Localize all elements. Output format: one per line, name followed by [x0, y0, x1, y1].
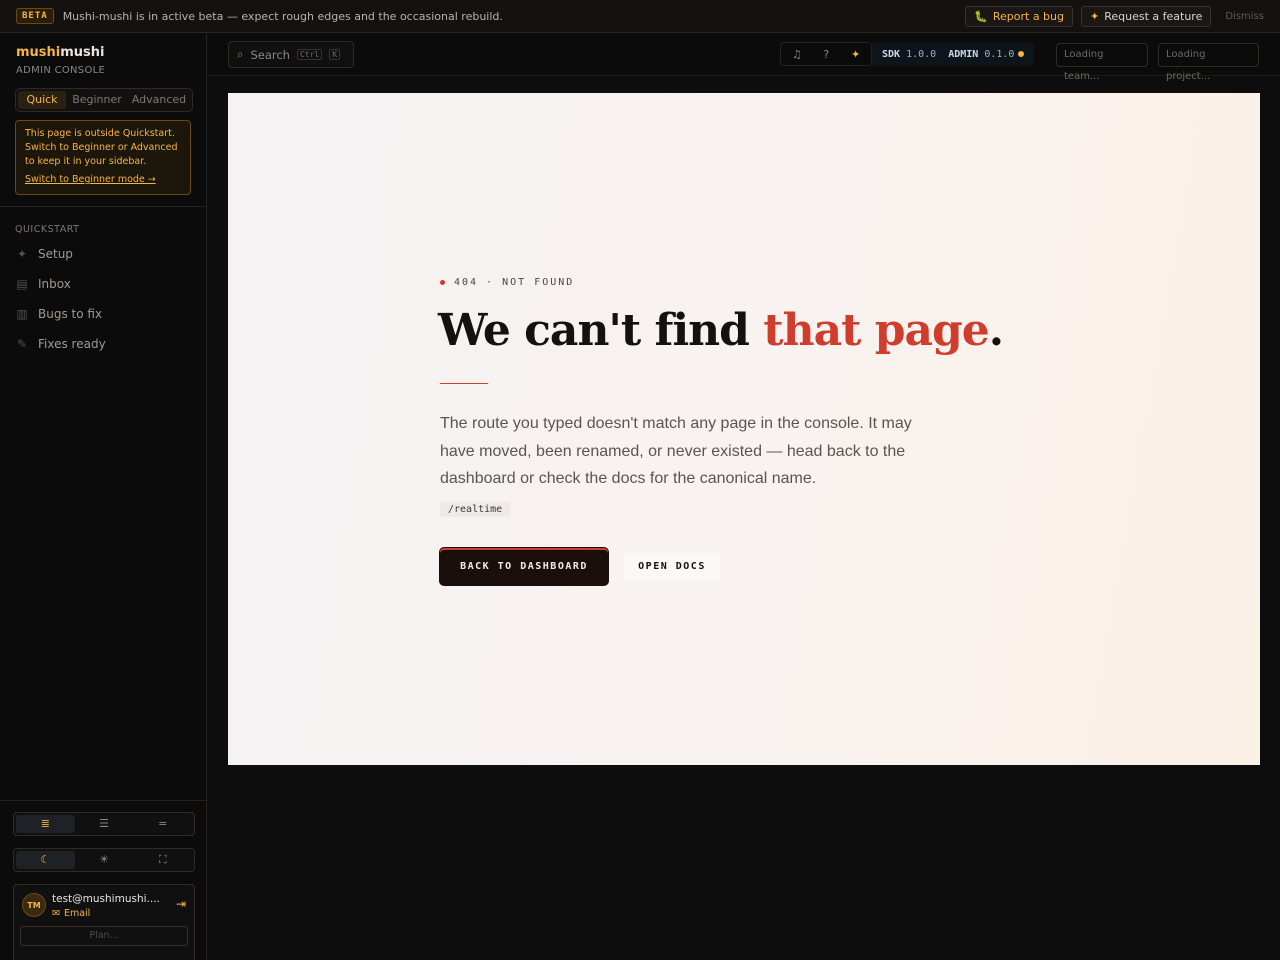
sidebar-item-setup[interactable]: ✦ Setup [15, 239, 195, 269]
error-description: The route you typed doesn't match any pa… [440, 415, 912, 487]
bell-icon[interactable]: ♫ [792, 48, 802, 61]
beta-badge: BETA [16, 8, 54, 24]
admin-version: ADMIN 0.1.0 [948, 48, 1025, 60]
toolbar-icon-group: ♫ ? ✦ [780, 42, 872, 66]
sidebar-item-inbox[interactable]: ▤ Inbox [15, 269, 195, 299]
shortcut-key: K [329, 49, 341, 60]
wrench-icon: ✎ [16, 337, 28, 351]
search-icon: ⌕ [237, 47, 244, 61]
search-input[interactable]: ⌕ Search Ctrl K [228, 41, 354, 68]
brand-part-1: mushi [16, 45, 61, 60]
density-toggle: ≣ ☰ = [13, 812, 195, 836]
density-compact-icon[interactable]: ≣ [16, 815, 75, 833]
sidebar: mushimushi ADMIN CONSOLE Quick Beginner … [0, 34, 207, 960]
beta-banner: BETA Mushi-mushi is in active beta — exp… [0, 0, 1280, 33]
team-selector[interactable]: Loading team... [1056, 43, 1148, 82]
sparkle-icon: ✦ [16, 247, 28, 261]
mode-toggle: Quick Beginner Advanced [15, 88, 193, 112]
brand-logo[interactable]: mushimushi [16, 45, 105, 60]
status-dot [1018, 50, 1025, 57]
user-card: TM test@mushimushi.... ✉ Email ⇥ Plan... [13, 884, 195, 960]
mail-icon: ✉ [52, 908, 60, 919]
admin-version-value: 0.1.0 [984, 48, 1015, 60]
search-placeholder: Search [250, 47, 290, 62]
shortcut-mod: Ctrl [296, 49, 323, 60]
document-icon: ▥ [16, 307, 28, 321]
page-title: We can't find that page. [438, 305, 1004, 356]
request-feature-button[interactable]: ✦ Request a feature [1081, 5, 1212, 27]
top-toolbar: ⌕ Search Ctrl K ♫ ? ✦ SDK 1.0.0 ADMIN 0.… [208, 34, 1280, 82]
login-method: ✉ Email [52, 908, 90, 919]
avatar[interactable]: TM [22, 893, 46, 917]
sidebar-bottom-divider [0, 800, 207, 801]
sdk-label: SDK [882, 48, 901, 60]
admin-label: ADMIN [948, 48, 979, 60]
theme-toggle: ☾ ☀ ⛶ [13, 848, 195, 872]
bug-icon: 🐛 [974, 9, 988, 23]
report-bug-button[interactable]: 🐛 Report a bug [965, 5, 1073, 27]
request-feature-label: Request a feature [1104, 9, 1203, 23]
mode-warning-text: This page is outside Quickstart. Switch … [25, 128, 178, 167]
title-rule [440, 383, 488, 384]
back-to-dashboard-button[interactable]: BACK TO DASHBOARD [440, 548, 608, 585]
report-bug-label: Report a bug [992, 9, 1064, 23]
logout-icon[interactable]: ⇥ [176, 897, 186, 911]
sidebar-item-label: Inbox [38, 277, 71, 291]
user-email: test@mushimushi.... [52, 893, 160, 905]
open-docs-button[interactable]: OPEN DOCS [624, 553, 720, 581]
switch-beginner-link[interactable]: Switch to Beginner mode → [25, 174, 181, 185]
sdk-version: SDK 1.0.0 [882, 49, 936, 60]
sidebar-item-label: Bugs to fix [38, 307, 103, 321]
sun-icon[interactable]: ☀ [75, 851, 134, 869]
sidebar-section-label: QUICKSTART [15, 224, 80, 235]
dismiss-button[interactable]: Dismiss [1225, 11, 1264, 22]
banner-message: Mushi-mushi is in active beta — expect r… [62, 9, 503, 23]
system-theme-icon[interactable]: ⛶ [133, 851, 192, 869]
requested-route: /realtime [440, 502, 511, 517]
mode-quick[interactable]: Quick [18, 91, 66, 109]
brand-subtitle: ADMIN CONSOLE [16, 65, 106, 76]
plan-button[interactable]: Plan... [20, 926, 188, 946]
error-eyebrow: 404 · NOT FOUND [440, 277, 574, 288]
sidebar-divider [0, 206, 207, 207]
project-selector[interactable]: Loading project... [1158, 43, 1259, 82]
density-comfortable-icon[interactable]: ☰ [75, 815, 134, 833]
moon-icon[interactable]: ☾ [16, 851, 75, 869]
sidebar-item-label: Fixes ready [38, 337, 106, 351]
sidebar-item-bugs[interactable]: ▥ Bugs to fix [15, 299, 195, 329]
mode-advanced[interactable]: Advanced [128, 91, 190, 109]
error-code: 404 · NOT FOUND [454, 277, 575, 288]
mode-beginner[interactable]: Beginner [66, 91, 128, 109]
banner-actions: 🐛 Report a bug ✦ Request a feature Dismi… [965, 5, 1264, 27]
sdk-version-value: 1.0.0 [906, 48, 937, 60]
inbox-icon: ▤ [16, 277, 28, 291]
sparkle-icon[interactable]: ✦ [851, 48, 860, 61]
sidebar-nav: ✦ Setup ▤ Inbox ▥ Bugs to fix ✎ Fixes re… [15, 239, 195, 359]
title-plain: We can't find [438, 305, 764, 356]
error-dot [440, 280, 445, 285]
brand-part-2: mushi [60, 45, 105, 60]
mode-warning: This page is outside Quickstart. Switch … [15, 120, 191, 195]
version-badges: SDK 1.0.0 ADMIN 0.1.0 [872, 42, 1035, 66]
help-icon[interactable]: ? [823, 48, 829, 61]
density-spacious-icon[interactable]: = [133, 815, 192, 833]
not-found-panel: 404 · NOT FOUND We can't find that page.… [228, 93, 1260, 765]
sidebar-item-fixes[interactable]: ✎ Fixes ready [15, 329, 195, 359]
sidebar-item-label: Setup [38, 247, 73, 261]
title-end: . [988, 305, 1004, 356]
sparkle-icon: ✦ [1090, 9, 1100, 23]
login-method-label: Email [63, 908, 91, 919]
title-accent: that page [763, 305, 990, 356]
